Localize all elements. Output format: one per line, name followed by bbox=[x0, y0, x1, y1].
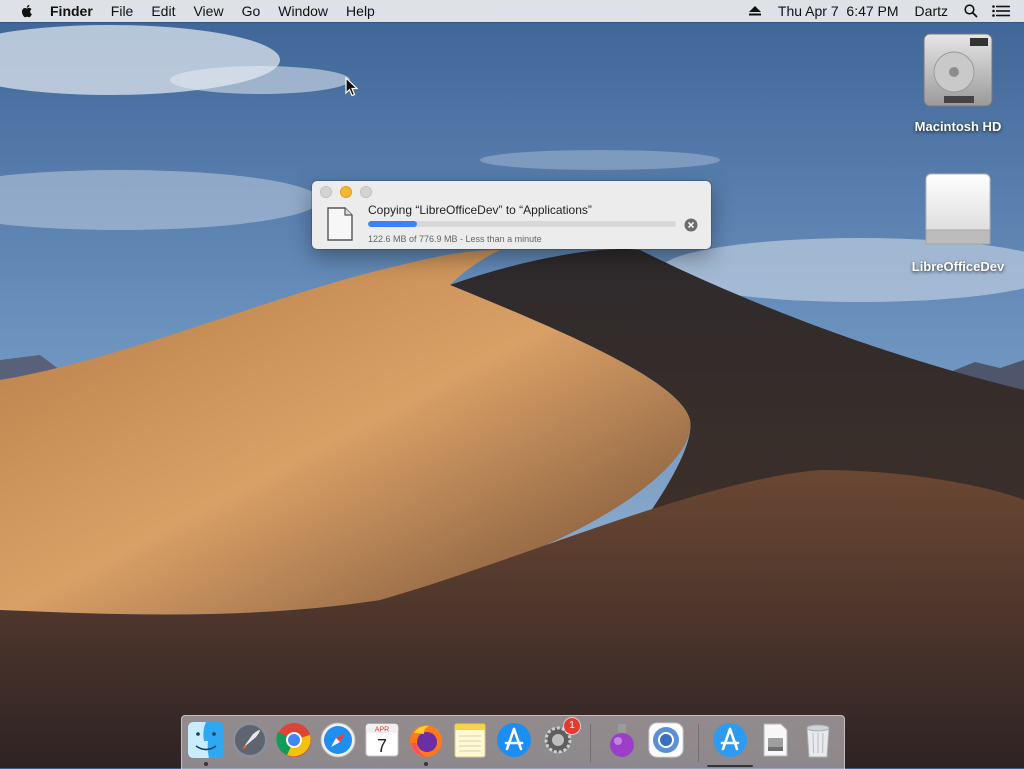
copy-progress-fill bbox=[368, 221, 417, 227]
window-controls bbox=[320, 186, 372, 198]
dock-item-utility[interactable] bbox=[603, 721, 641, 759]
notification-badge: 1 bbox=[564, 718, 580, 734]
menu-bar: Finder File Edit View Go Window Help Thu… bbox=[0, 0, 1024, 22]
copy-status-title: Copying “LibreOfficeDev” to “Application… bbox=[368, 203, 592, 217]
dock-separator bbox=[590, 724, 591, 762]
copy-progress-window: Copying “LibreOfficeDev” to “Application… bbox=[312, 181, 711, 249]
dock-item-chrome[interactable] bbox=[275, 721, 313, 759]
menu-view[interactable]: View bbox=[184, 0, 232, 22]
chrome-icon bbox=[276, 723, 311, 757]
menu-help[interactable]: Help bbox=[337, 0, 384, 22]
desktop-icon-macintosh-hd[interactable]: Macintosh HD bbox=[903, 32, 1013, 134]
dock-item-notes[interactable] bbox=[451, 721, 489, 759]
download-progress-underline bbox=[707, 765, 753, 767]
document-icon bbox=[327, 207, 353, 241]
notes-icon bbox=[454, 723, 486, 758]
copy-progress-bar bbox=[368, 221, 676, 227]
running-indicator bbox=[424, 762, 428, 766]
eject-icon[interactable] bbox=[746, 0, 764, 22]
launchpad-icon bbox=[232, 722, 268, 758]
trash-icon bbox=[806, 724, 830, 758]
cancel-copy-icon[interactable] bbox=[684, 218, 698, 232]
firefox-icon bbox=[410, 725, 442, 757]
notification-center-icon[interactable] bbox=[992, 0, 1010, 22]
calendar-month: APR bbox=[375, 727, 389, 734]
menu-file[interactable]: File bbox=[102, 0, 143, 22]
safari-icon bbox=[320, 722, 356, 758]
calendar-day: 7 bbox=[377, 736, 387, 756]
menu-go[interactable]: Go bbox=[233, 0, 270, 22]
close-window-button[interactable] bbox=[320, 186, 332, 198]
spotlight-search-icon[interactable] bbox=[962, 0, 980, 22]
zoom-window-button[interactable] bbox=[360, 186, 372, 198]
desktop-wallpaper bbox=[0, 0, 1024, 768]
menu-bar-clock[interactable]: Thu Apr 7 6:47 PM bbox=[770, 0, 907, 22]
dock-item-safari[interactable] bbox=[319, 721, 357, 759]
apple-menu-icon[interactable] bbox=[19, 3, 35, 19]
dock-item-trash[interactable] bbox=[799, 721, 837, 759]
running-indicator bbox=[204, 762, 208, 766]
dock-item-system-preferences[interactable]: 1 bbox=[539, 718, 580, 759]
calendar-icon: APR 7 bbox=[365, 723, 399, 757]
desktop-icon-libreofficedev[interactable]: LibreOfficeDev bbox=[903, 170, 1013, 274]
menu-window[interactable]: Window bbox=[269, 0, 337, 22]
applications-folder-icon bbox=[713, 723, 747, 757]
dock-item-calendar[interactable]: APR 7 bbox=[363, 721, 401, 759]
hard-drive-icon bbox=[923, 33, 993, 107]
app-store-icon bbox=[497, 723, 531, 757]
menu-bar-user[interactable]: Dartz bbox=[907, 0, 956, 22]
dock-item-chromium[interactable] bbox=[647, 721, 685, 759]
mouse-cursor-icon bbox=[345, 77, 359, 97]
dock: APR 7 1 bbox=[181, 715, 845, 769]
finder-icon bbox=[188, 722, 224, 758]
dock-item-app-store[interactable] bbox=[495, 721, 533, 759]
dock-item-finder[interactable] bbox=[187, 721, 225, 766]
desktop-icon-label: LibreOfficeDev bbox=[911, 259, 1005, 274]
chromium-icon bbox=[648, 722, 684, 758]
app-menu-finder[interactable]: Finder bbox=[41, 0, 102, 22]
copy-progress-detail: 122.6 MB of 776.9 MB - Less than a minut… bbox=[368, 234, 542, 244]
desktop-icon-label: Macintosh HD bbox=[914, 119, 1002, 134]
dock-item-firefox[interactable] bbox=[407, 721, 445, 766]
mounted-disk-icon bbox=[925, 173, 991, 245]
menu-edit[interactable]: Edit bbox=[142, 0, 184, 22]
dock-separator bbox=[698, 724, 699, 762]
disk-image-icon bbox=[763, 723, 788, 757]
purple-flask-icon bbox=[610, 724, 634, 757]
minimize-window-button[interactable] bbox=[340, 186, 352, 198]
dock-item-disk-image[interactable] bbox=[756, 721, 794, 759]
dock-item-applications[interactable] bbox=[707, 721, 753, 767]
dock-item-launchpad[interactable] bbox=[231, 721, 269, 759]
